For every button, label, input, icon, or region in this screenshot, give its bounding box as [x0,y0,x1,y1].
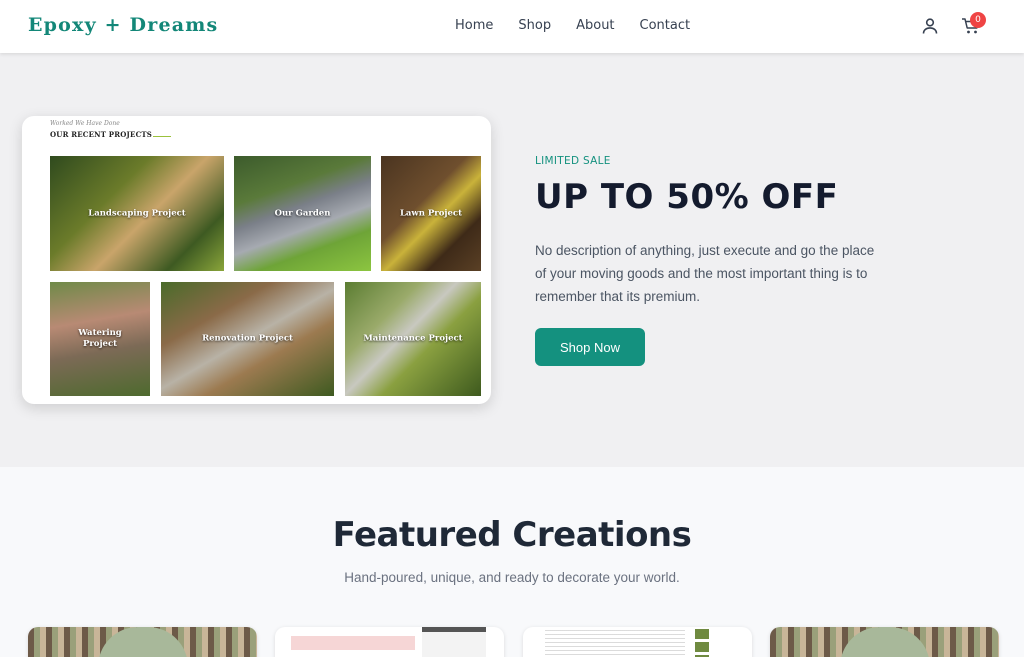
project-tile-maintenance[interactable]: Maintenance Project [345,282,481,396]
project-tile-lawn[interactable]: Lawn Project [381,156,481,271]
nav-shop[interactable]: Shop [518,18,551,33]
heading-underline [153,136,171,137]
featured-card[interactable] [275,627,504,657]
product-image [291,636,415,650]
projects-kicker: Worked We Have Done [50,120,120,127]
site-logo[interactable]: Epoxy + Dreams [28,14,218,36]
sale-description: No description of anything, just execute… [535,243,875,304]
nav-contact[interactable]: Contact [640,18,691,33]
project-tile-label: Landscaping Project [88,208,186,218]
featured-subtitle: Hand-poured, unique, and ready to decora… [344,570,680,585]
user-icon[interactable] [921,17,939,35]
product-image [840,627,930,657]
project-tile-watering[interactable]: Watering Project [50,282,150,396]
nav-home[interactable]: Home [455,18,493,33]
projects-heading: OUR RECENT PROJECTS [50,130,153,139]
sale-tag: LIMITED SALE [535,155,611,167]
featured-card[interactable] [28,627,257,657]
product-image-thumbs [695,629,709,657]
project-tile-label: Renovation Project [202,333,293,344]
sale-title: UP TO 50% OFF [535,177,839,217]
project-tile-label: Our Garden [274,208,331,218]
featured-card[interactable] [523,627,752,657]
project-tile-label: Watering Project [78,328,122,349]
featured-title: Featured Creations [332,515,692,555]
project-tile-landscaping[interactable]: Landscaping Project [50,156,224,271]
product-image-panel [422,632,486,657]
nav-about[interactable]: About [576,18,614,33]
shop-now-button[interactable]: Shop Now [535,328,645,366]
product-image [98,627,188,657]
hero-section: Worked We Have Done OUR RECENT PROJECTS … [0,53,1024,467]
project-tile-garden[interactable]: Our Garden [234,156,371,271]
project-tile-renovation[interactable]: Renovation Project [161,282,334,396]
main-nav: Home Shop About Contact [455,18,715,33]
featured-section: Featured Creations Hand-poured, unique, … [0,467,1024,657]
product-image [545,630,685,657]
project-tile-label: Maintenance Project [363,333,463,344]
featured-card[interactable] [770,627,999,657]
site-header: Epoxy + Dreams Home Shop About Contact 0 [0,0,1024,53]
project-tile-label: Lawn Project [399,208,463,218]
recent-projects-card: Worked We Have Done OUR RECENT PROJECTS … [22,116,491,404]
cart-count-badge: 0 [970,12,986,28]
